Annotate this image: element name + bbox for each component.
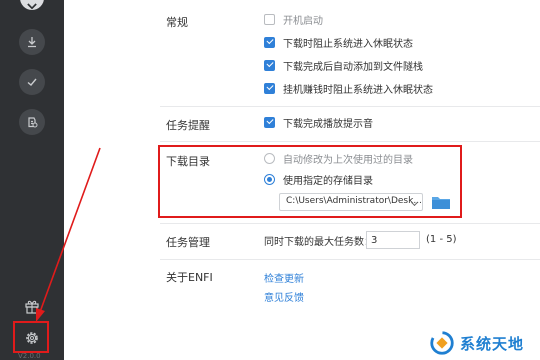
chevron-down-icon xyxy=(27,3,37,10)
check-icon xyxy=(27,78,37,86)
max-tasks-range: (1 - 5) xyxy=(426,234,457,245)
option-prevent-sleep-download[interactable]: 下载时阻止系统进入休眠状态 xyxy=(264,35,413,50)
folder-icon[interactable] xyxy=(432,195,450,209)
option-add-to-file-stack[interactable]: 下载完成后自动添加到文件隧栈 xyxy=(264,58,423,73)
checkbox[interactable] xyxy=(264,82,275,94)
checkbox[interactable] xyxy=(264,59,275,71)
radio-last-used-dir[interactable]: 自动修改为上次使用过的目录 xyxy=(264,151,413,166)
max-tasks-label: 同时下载的最大任务数： xyxy=(264,236,374,248)
divider xyxy=(160,106,540,107)
gift-icon[interactable] xyxy=(24,298,40,314)
option-autostart[interactable]: 开机启动 xyxy=(264,12,323,27)
divider xyxy=(160,223,540,224)
option-prevent-sleep-earning[interactable]: 挂机赚钱时阻止系统进入休眠状态 xyxy=(264,81,433,96)
radio-button[interactable] xyxy=(264,173,275,185)
watermark-logo-icon xyxy=(430,331,454,355)
watermark-text: 系统天地 xyxy=(460,334,525,353)
checkbox[interactable] xyxy=(264,116,275,128)
feedback-link[interactable]: 意见反馈 xyxy=(264,289,304,304)
checkbox[interactable] xyxy=(264,13,275,25)
section-task-mgmt-label: 任务管理 xyxy=(166,236,210,249)
watermark: 系统天地 xyxy=(428,326,540,360)
sidebar-item-downloading[interactable] xyxy=(19,29,45,55)
sidebar-item-trash[interactable] xyxy=(19,109,45,135)
radio-button[interactable] xyxy=(264,152,275,164)
checkbox[interactable] xyxy=(264,36,275,48)
option-play-sound[interactable]: 下载完成播放提示音 xyxy=(264,115,373,130)
radio-specified-dir[interactable]: 使用指定的存储目录 xyxy=(264,172,373,187)
trash-icon xyxy=(28,117,38,128)
check-update-link[interactable]: 检查更新 xyxy=(264,270,304,285)
sidebar-item-completed[interactable] xyxy=(19,69,45,95)
gear-icon[interactable] xyxy=(24,330,40,346)
max-tasks-input[interactable]: 3 xyxy=(366,231,420,249)
divider xyxy=(160,259,540,260)
section-about-label: 关于ENFI xyxy=(166,271,213,284)
section-download-dir-label: 下载目录 xyxy=(166,155,210,168)
section-general-label: 常规 xyxy=(166,16,188,29)
download-path-select[interactable]: C:\Users\Administrator\Desk... xyxy=(279,193,423,211)
divider xyxy=(160,141,540,142)
section-reminder-label: 任务提醒 xyxy=(166,119,210,132)
download-icon xyxy=(28,37,36,48)
sidebar: V2.0.0 xyxy=(0,0,64,360)
sidebar-top-button[interactable] xyxy=(20,0,44,10)
version-label: V2.0.0 xyxy=(18,352,41,360)
